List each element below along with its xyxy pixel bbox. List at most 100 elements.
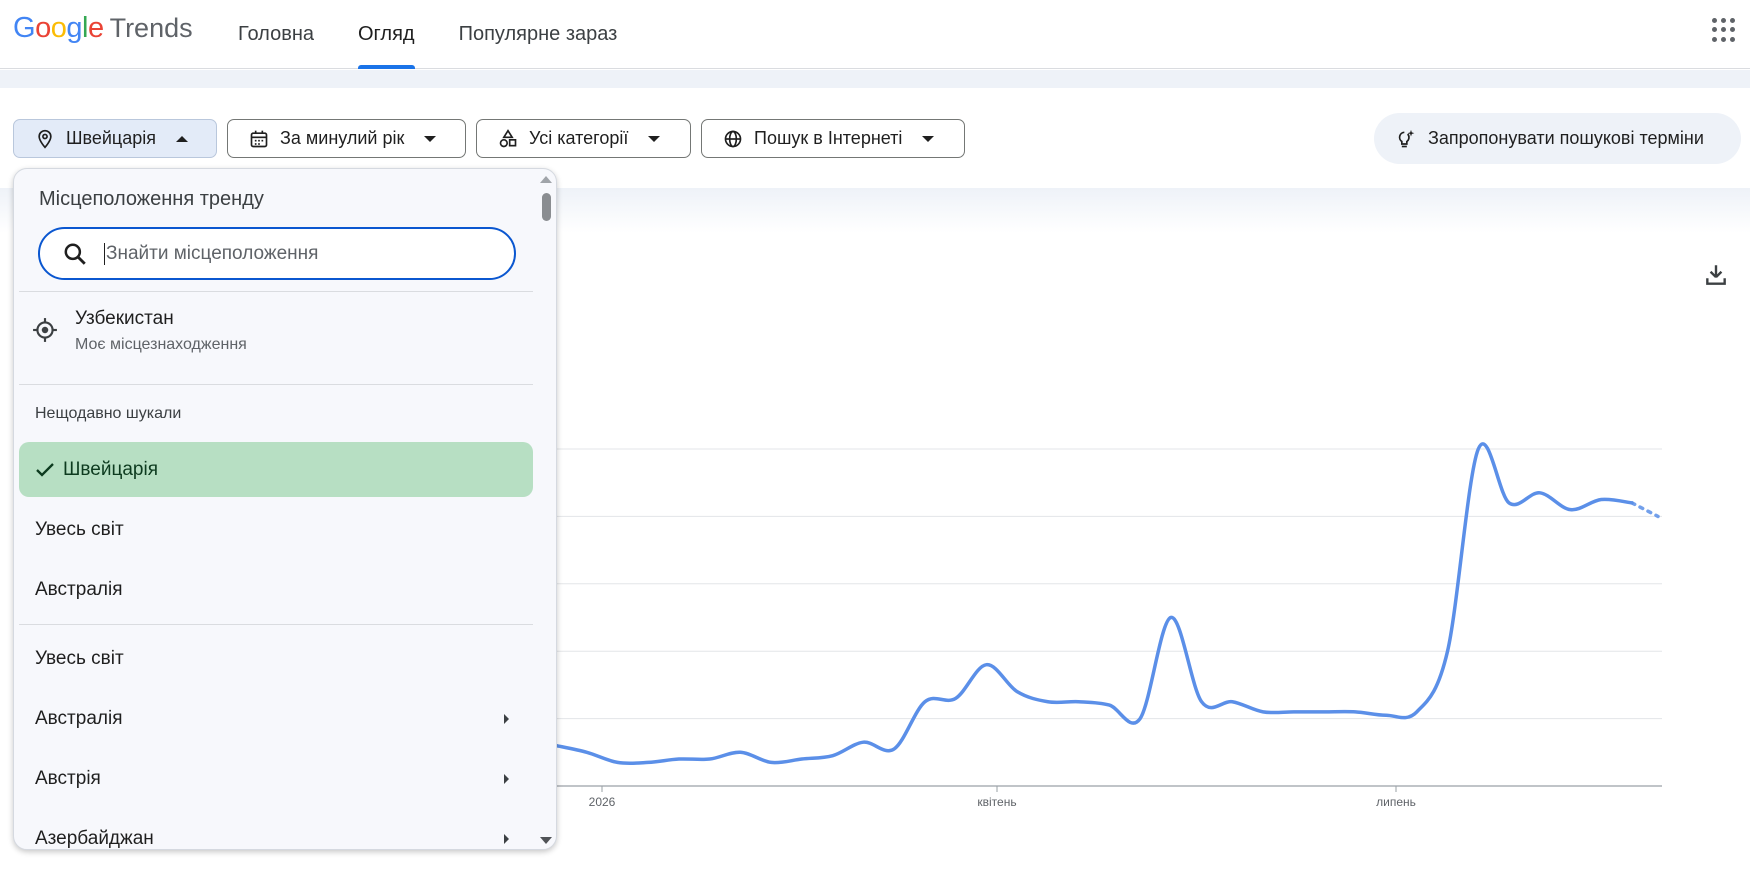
data-point xyxy=(1323,710,1327,714)
x-tick-label: квітень xyxy=(977,795,1016,809)
divider xyxy=(19,384,533,385)
x-tick-label: 2026 xyxy=(589,795,616,809)
data-point xyxy=(1169,616,1173,620)
data-point xyxy=(1353,710,1357,714)
chevron-right-icon xyxy=(504,834,509,844)
search-type-filter-label: Пошук в Інтернеті xyxy=(754,128,903,148)
data-point xyxy=(954,696,958,700)
location-filter-button[interactable]: Швейцарія xyxy=(13,119,217,158)
data-point xyxy=(1077,700,1081,704)
caret-down-icon xyxy=(648,135,661,142)
location-filter-label: Швейцарія xyxy=(66,128,156,148)
data-point xyxy=(585,750,589,754)
data-point xyxy=(1599,498,1603,502)
data-point xyxy=(646,760,650,764)
location-item-label: Азербайджан xyxy=(35,827,154,849)
apps-grid-icon[interactable] xyxy=(1712,18,1736,42)
my-location-icon xyxy=(33,318,57,342)
data-point xyxy=(1507,501,1511,505)
data-point xyxy=(1476,447,1480,451)
series-partial-line xyxy=(1630,501,1660,519)
location-item-label: Увесь світ xyxy=(35,647,124,669)
my-location-sub: Моє місцезнаходження xyxy=(75,336,247,353)
logo-google: Google xyxy=(13,12,104,44)
location-dropdown: Місцеположення тренду Узбекистан Моє міс… xyxy=(13,168,557,850)
header-band xyxy=(0,70,1750,88)
tab-home[interactable]: Головна xyxy=(216,0,336,69)
data-point xyxy=(1138,717,1142,721)
location-item-australia[interactable]: Австралія xyxy=(19,691,533,746)
location-item-azerbaijan[interactable]: Азербайджан xyxy=(19,811,533,849)
chevron-right-icon xyxy=(504,774,509,784)
chart-grid xyxy=(520,448,1662,787)
scroll-down-arrow-icon[interactable] xyxy=(540,837,552,844)
data-point xyxy=(1384,713,1388,717)
my-location-option[interactable]: Узбекистан Моє місцезнаходження xyxy=(19,291,533,371)
tab-explore[interactable]: Огляд xyxy=(336,0,437,69)
location-pin-icon xyxy=(34,128,56,150)
data-point xyxy=(615,760,619,764)
search-icon xyxy=(64,243,86,265)
download-icon[interactable] xyxy=(1703,262,1729,288)
x-tick-label: липень xyxy=(1376,795,1416,809)
tab-trending-now[interactable]: Популярне зараз xyxy=(437,0,640,69)
chart-points xyxy=(554,447,1634,764)
divider xyxy=(19,624,533,625)
search-type-filter-button[interactable]: Пошук в Інтернеті xyxy=(701,119,965,158)
location-item-worldwide[interactable]: Увесь світ xyxy=(19,631,533,686)
data-point xyxy=(1415,710,1419,714)
data-point xyxy=(769,760,773,764)
dropdown-scrollbar[interactable] xyxy=(540,169,556,849)
caret-down-icon xyxy=(424,135,437,142)
data-point xyxy=(1107,703,1111,707)
location-item-label: Австралія xyxy=(35,707,123,729)
data-point xyxy=(1446,649,1450,653)
data-point xyxy=(1569,508,1573,512)
period-filter-button[interactable]: За минулий рік xyxy=(227,119,466,158)
data-point xyxy=(738,750,742,754)
data-point xyxy=(923,700,927,704)
recent-item-label: Австралія xyxy=(35,578,123,600)
recent-searches-label: Нещодавно шукали xyxy=(35,405,182,422)
recent-item-label: Швейцарія xyxy=(63,458,158,480)
caret-down-icon xyxy=(922,135,935,142)
category-filter-button[interactable]: Усі категорії xyxy=(476,119,691,158)
suggest-terms-label: Запропонувати пошукові терміни xyxy=(1428,128,1704,148)
recent-item-label: Увесь світ xyxy=(35,518,124,540)
location-search-box[interactable] xyxy=(38,227,516,280)
recent-item-australia[interactable]: Австралія xyxy=(19,562,533,617)
data-point xyxy=(1200,700,1204,704)
suggest-terms-button[interactable]: Запропонувати пошукові терміни xyxy=(1374,113,1741,164)
location-item-label: Австрія xyxy=(35,767,101,789)
data-point xyxy=(831,754,835,758)
shapes-icon xyxy=(497,128,519,150)
caret-up-icon xyxy=(176,135,188,142)
data-point xyxy=(861,740,865,744)
recent-item-switzerland[interactable]: Швейцарія xyxy=(19,442,533,497)
data-point xyxy=(708,757,712,761)
category-filter-label: Усі категорії xyxy=(529,128,629,148)
data-point xyxy=(1538,491,1542,495)
check-icon xyxy=(36,462,54,477)
data-point xyxy=(892,747,896,751)
series-line xyxy=(554,442,1634,766)
data-point xyxy=(1015,690,1019,694)
calendar-icon xyxy=(248,128,270,150)
period-filter-label: За минулий рік xyxy=(280,128,405,148)
data-point xyxy=(677,757,681,761)
chart-x-axis: 2026 квітень липень xyxy=(589,786,1416,809)
recent-item-worldwide[interactable]: Увесь світ xyxy=(19,502,533,557)
location-item-austria[interactable]: Австрія xyxy=(19,751,533,806)
scroll-up-arrow-icon[interactable] xyxy=(540,176,552,183)
data-point xyxy=(800,757,804,761)
chevron-right-icon xyxy=(504,714,509,724)
data-point xyxy=(1230,700,1234,704)
location-search-input[interactable] xyxy=(104,242,484,265)
top-header: Google Trends Головна Огляд Популярне за… xyxy=(0,0,1750,69)
data-point xyxy=(984,663,988,667)
google-trends-logo[interactable]: Google Trends xyxy=(13,12,193,46)
my-location-name: Узбекистан xyxy=(75,308,174,329)
scrollbar-thumb[interactable] xyxy=(542,193,551,221)
data-point xyxy=(1046,700,1050,704)
dropdown-title: Місцеположення тренду xyxy=(39,188,264,210)
